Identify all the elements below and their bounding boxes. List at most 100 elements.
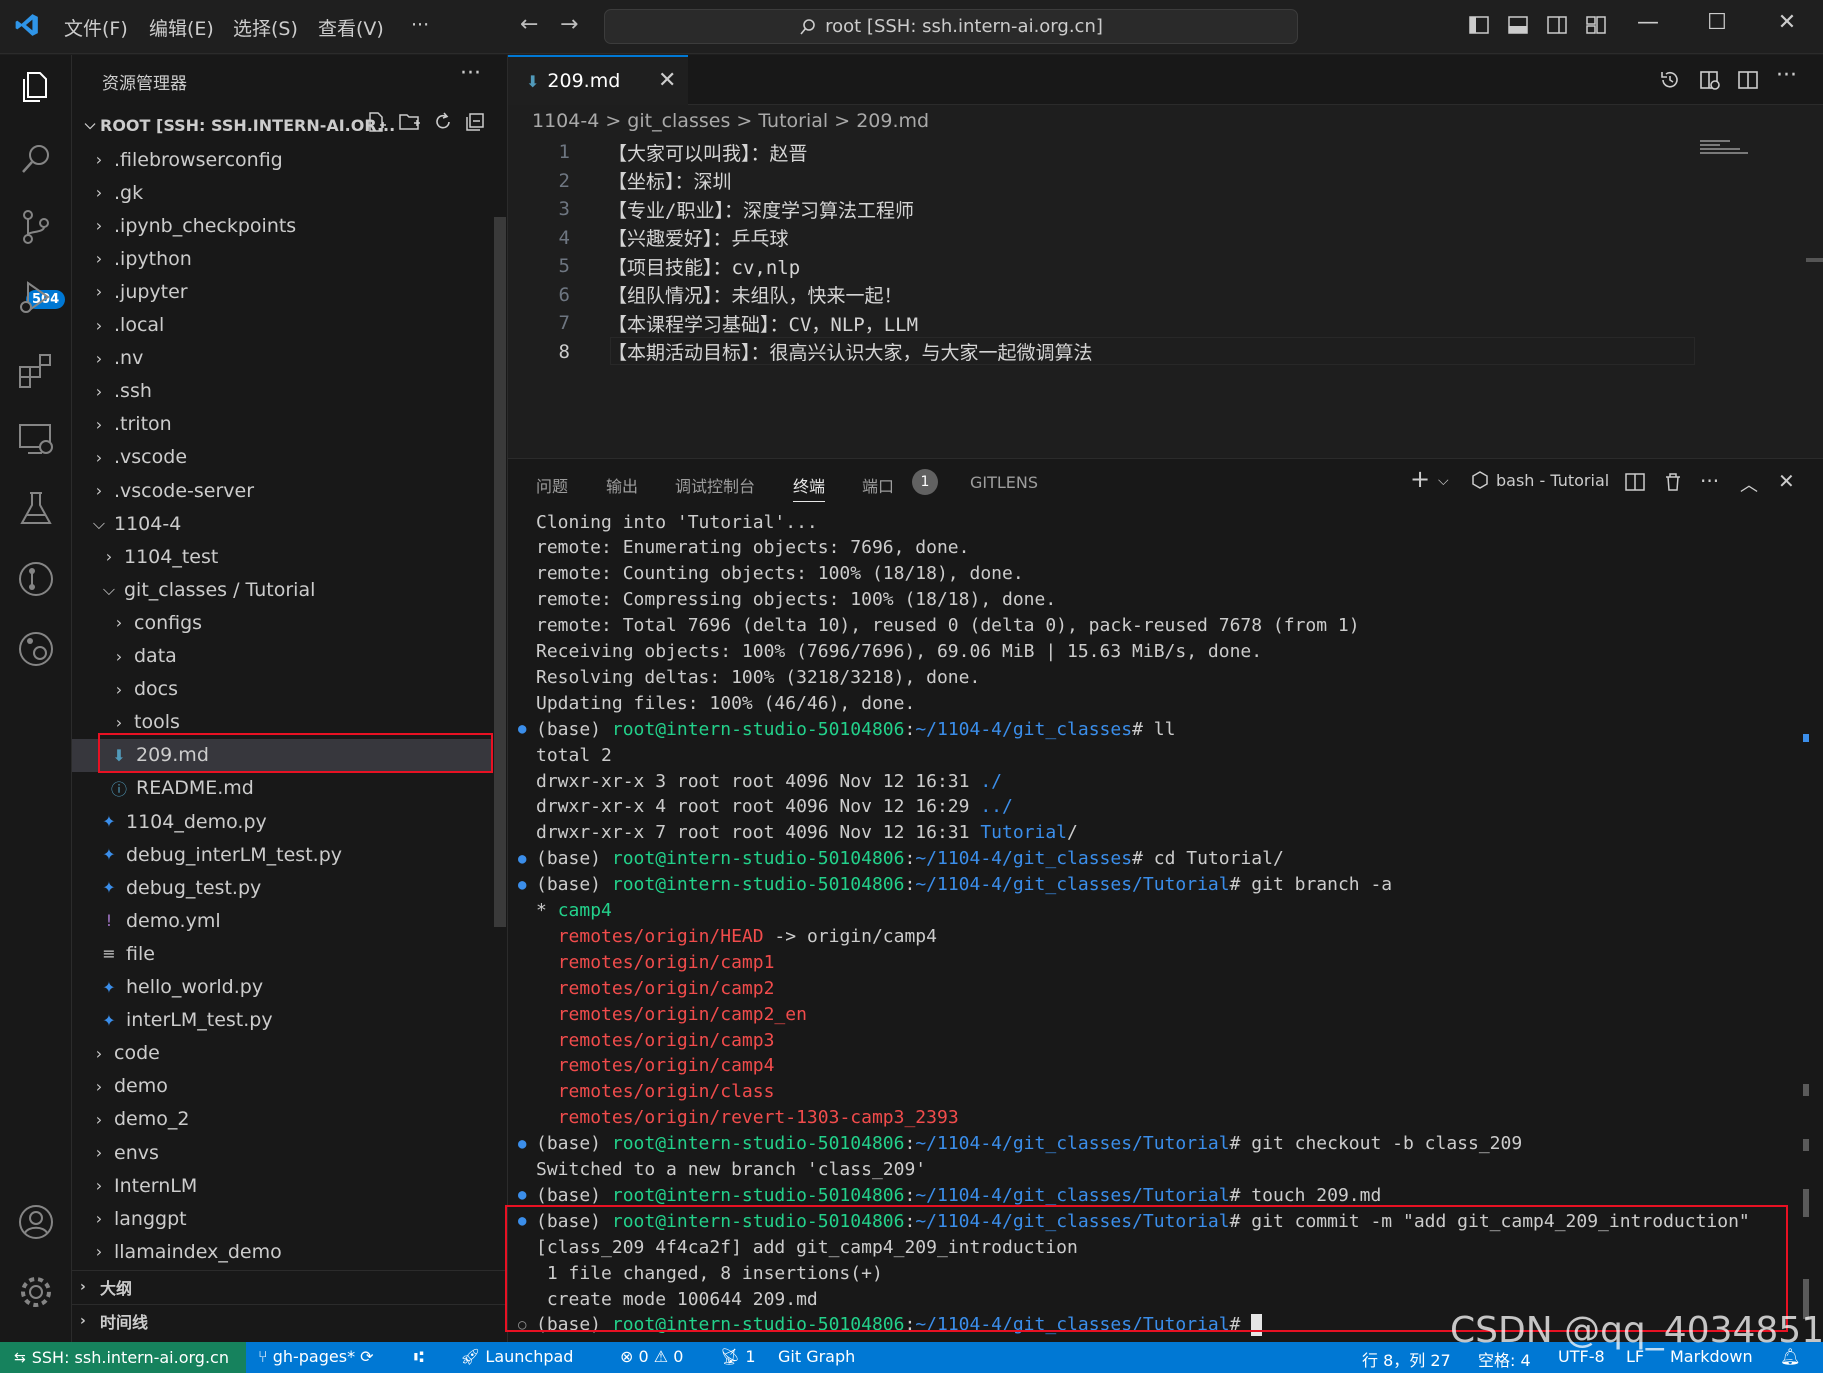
editor-scrollbar[interactable] xyxy=(1806,258,1823,262)
new-terminal-icon[interactable]: + xyxy=(1410,465,1430,493)
tree-folder[interactable]: › configs xyxy=(72,606,492,639)
tree-file[interactable]: ! demo.yml xyxy=(72,904,492,937)
code-line[interactable]: 6 【组队情况】：未组队，快来一起！ xyxy=(508,281,903,309)
menu-file[interactable]: 文件(F) xyxy=(64,14,128,41)
new-file-icon[interactable] xyxy=(366,111,388,133)
nav-forward-icon[interactable]: → xyxy=(560,12,578,37)
ports-indicator[interactable]: 📡︎ 1 xyxy=(720,1347,756,1366)
gitlens-inspect-icon[interactable] xyxy=(14,627,58,671)
tree-folder[interactable]: ⌵ git_classes / Tutorial xyxy=(72,573,492,606)
search-icon[interactable] xyxy=(14,137,58,181)
tab-output[interactable]: 输出 xyxy=(606,473,638,497)
code-line[interactable]: 1 【大家可以叫我】：赵晋 xyxy=(508,138,808,166)
code-line[interactable]: 8 【本期活动目标】：很高兴认识大家，与大家一起微调算法 xyxy=(508,338,1093,366)
tree-folder[interactable]: › .ipynb_checkpoints xyxy=(72,209,492,242)
tree-folder[interactable]: › .nv xyxy=(72,342,492,375)
remote-explorer-icon[interactable] xyxy=(14,417,58,461)
close-panel-icon[interactable]: ✕ xyxy=(1778,469,1795,493)
git-graph-button[interactable]: Git Graph xyxy=(778,1347,855,1366)
maximize-panel-icon[interactable]: ︿ xyxy=(1740,471,1758,497)
customize-layout-icon[interactable] xyxy=(1585,14,1607,36)
toggle-secondary-sidebar-icon[interactable] xyxy=(1546,14,1568,36)
settings-icon[interactable] xyxy=(14,1270,58,1314)
tree-file[interactable]: ✦ hello_world.py xyxy=(72,971,492,1004)
tree-folder[interactable]: › .ipython xyxy=(72,242,492,275)
collapse-all-icon[interactable] xyxy=(464,111,486,133)
section-outline[interactable]: › 大纲 xyxy=(72,1270,508,1303)
tree-folder[interactable]: › code xyxy=(72,1037,492,1070)
tree-file[interactable]: ✦ 1104_demo.py xyxy=(72,805,492,838)
tree-file[interactable]: ✦ debug_test.py xyxy=(72,871,492,904)
tree-folder[interactable]: › demo_2 xyxy=(72,1103,492,1136)
tree-file[interactable]: ⓘ README.md xyxy=(72,772,492,805)
trash-icon[interactable] xyxy=(1662,471,1684,493)
source-control-icon[interactable] xyxy=(14,205,58,249)
close-icon[interactable]: ✕ xyxy=(658,68,676,93)
launchpad-button[interactable]: 🚀︎ Launchpad xyxy=(460,1347,573,1366)
tree-folder[interactable]: › langgpt xyxy=(72,1202,492,1235)
code-line[interactable]: 4 【兴趣爱好】：乒乓球 xyxy=(508,224,789,252)
tab-terminal[interactable]: 终端 xyxy=(793,473,826,502)
menu-view[interactable]: 查看(V) xyxy=(318,14,384,41)
tab-debug-console[interactable]: 调试控制台 xyxy=(675,473,755,497)
tab-gitlens[interactable]: GITLENS xyxy=(970,473,1038,492)
tree-folder[interactable]: › demo xyxy=(72,1070,492,1103)
code-line[interactable]: 5 【项目技能】：cv,nlp xyxy=(508,252,801,280)
remote-indicator[interactable]: ⇆ SSH: ssh.intern-ai.org.cn xyxy=(0,1342,246,1373)
minimize-icon[interactable]: — xyxy=(1628,10,1668,35)
tree-folder[interactable]: › .triton xyxy=(72,408,492,441)
tree-folder[interactable]: › 1104_test xyxy=(72,540,492,573)
tab-problems[interactable]: 问题 xyxy=(536,473,568,497)
minimap[interactable] xyxy=(1700,138,1760,156)
menu-selection[interactable]: 选择(S) xyxy=(233,14,298,41)
toggle-primary-sidebar-icon[interactable] xyxy=(1468,14,1490,36)
section-timeline[interactable]: › 时间线 xyxy=(72,1304,508,1337)
tree-folder[interactable]: › .filebrowserconfig xyxy=(72,143,492,176)
tree-folder[interactable]: ⌵ 1104-4 xyxy=(72,507,492,540)
tab-ports[interactable]: 端口 xyxy=(862,473,894,497)
panel-more-icon[interactable]: ··· xyxy=(1700,469,1719,493)
tree-folder[interactable]: › .local xyxy=(72,309,492,342)
tree-folder[interactable]: › llamaindex_demo xyxy=(72,1235,492,1268)
cursor-position[interactable]: 行 8，列 27 xyxy=(1362,1347,1451,1371)
editor-more-icon[interactable]: ··· xyxy=(1776,63,1797,88)
command-decoration-icon[interactable]: ● xyxy=(508,721,536,737)
sidebar-more-icon[interactable]: ··· xyxy=(460,61,481,86)
breadcrumb[interactable]: 1104-4 > git_classes > Tutorial > 209.md xyxy=(532,110,929,132)
gitlens-icon[interactable] xyxy=(14,557,58,601)
split-editor-icon[interactable] xyxy=(1736,68,1760,92)
menu-more[interactable]: ··· xyxy=(411,14,429,36)
open-preview-icon[interactable] xyxy=(1698,68,1722,92)
tree-folder[interactable]: › envs xyxy=(72,1136,492,1169)
tree-folder[interactable]: › InternLM xyxy=(72,1169,492,1202)
git-fetch-icon[interactable]: ⑆ xyxy=(414,1347,424,1366)
command-decoration-icon[interactable]: ● xyxy=(508,877,536,893)
explorer-icon[interactable] xyxy=(14,65,58,109)
menu-edit[interactable]: 编辑(E) xyxy=(149,14,214,41)
code-line[interactable]: 2 【坐标】：深圳 xyxy=(508,167,732,195)
command-decoration-icon[interactable]: ● xyxy=(508,851,536,867)
refresh-icon[interactable] xyxy=(432,111,454,133)
tree-folder[interactable]: › .gk xyxy=(72,176,492,209)
code-line[interactable]: 7 【本课程学习基础】：CV，NLP，LLM xyxy=(508,309,918,337)
testing-icon[interactable] xyxy=(14,487,58,531)
toggle-panel-icon[interactable] xyxy=(1507,14,1529,36)
split-terminal-icon[interactable] xyxy=(1624,471,1646,493)
nav-back-icon[interactable]: ← xyxy=(520,12,538,37)
command-center-search[interactable]: root [SSH: ssh.intern-ai.org.cn] xyxy=(604,9,1298,44)
branch-indicator[interactable]: ⑂ gh-pages* ⟳ xyxy=(258,1347,374,1366)
code-line[interactable]: 3 【专业/职业】：深度学习算法工程师 xyxy=(508,195,914,223)
problems-indicator[interactable]: ⊗ 0 ⚠ 0 xyxy=(620,1347,683,1366)
command-decoration-icon[interactable]: ● xyxy=(508,1136,536,1152)
sidebar-scrollbar[interactable] xyxy=(494,217,506,927)
new-folder-icon[interactable] xyxy=(398,111,422,133)
close-window-icon[interactable]: ✕ xyxy=(1767,10,1807,35)
run-debug-icon[interactable] xyxy=(14,275,58,319)
timeline-history-icon[interactable] xyxy=(1658,68,1682,92)
chevron-down-icon[interactable]: ⌵ xyxy=(1438,473,1449,489)
account-icon[interactable] xyxy=(14,1200,58,1244)
tree-folder[interactable]: › docs xyxy=(72,673,492,706)
extensions-icon[interactable] xyxy=(14,347,58,391)
tree-folder[interactable]: › data xyxy=(72,640,492,673)
tree-folder[interactable]: › .vscode xyxy=(72,441,492,474)
